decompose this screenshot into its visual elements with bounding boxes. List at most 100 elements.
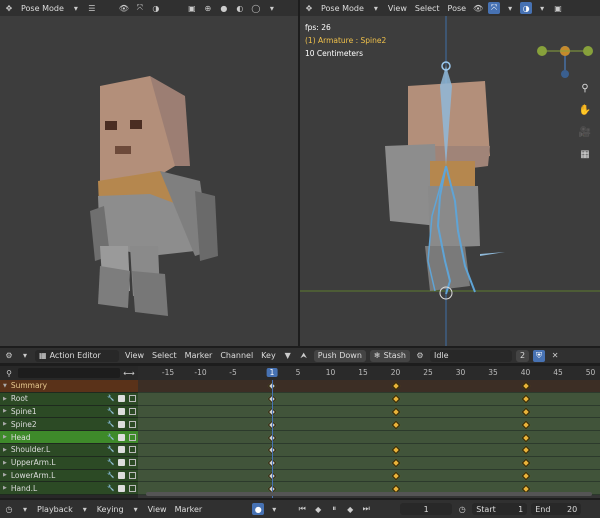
mute-checkbox[interactable] xyxy=(118,395,125,403)
lock-icon[interactable] xyxy=(129,471,136,479)
expand-arrow-icon[interactable]: ▼ xyxy=(3,383,7,389)
menu-icon[interactable]: ☰ xyxy=(86,2,98,14)
bone-channel[interactable]: ▶ UpperArm.L 🔧 xyxy=(0,456,138,470)
xray-toggle-icon[interactable]: ▣ xyxy=(552,2,564,14)
keyframe-area[interactable] xyxy=(138,380,600,498)
lock-icon[interactable] xyxy=(129,407,136,415)
zoom-icon[interactable]: ⚲ xyxy=(578,82,592,96)
bone-channel[interactable]: ▶ Head 🔧 xyxy=(0,431,138,444)
modifier-wrench-icon[interactable]: 🔧 xyxy=(107,459,114,466)
mute-checkbox[interactable] xyxy=(118,407,125,415)
expand-arrow-icon[interactable]: ▶ xyxy=(3,485,7,491)
lock-icon[interactable] xyxy=(129,484,136,492)
menu-playback[interactable]: Playback xyxy=(35,505,75,514)
start-frame-field[interactable]: Start 1 xyxy=(472,503,528,515)
lock-icon[interactable] xyxy=(129,420,136,428)
modifier-wrench-icon[interactable]: 🔧 xyxy=(107,485,114,492)
view-object-types-icon[interactable]: 👁 xyxy=(472,2,484,14)
action-users-count[interactable]: 2 xyxy=(515,349,530,362)
xray-toggle-icon[interactable]: ▣ xyxy=(186,2,198,14)
expand-arrow-icon[interactable]: ▶ xyxy=(3,421,7,427)
overlay-toggle-icon[interactable]: ◑ xyxy=(150,2,162,14)
ortho-toggle-icon[interactable]: ▦ xyxy=(578,148,592,162)
modifier-wrench-icon[interactable]: 🔧 xyxy=(107,395,114,402)
expand-arrow-icon[interactable]: ▶ xyxy=(3,408,7,414)
keyframe-row[interactable] xyxy=(138,405,600,419)
filter-dropdown-icon[interactable]: ▼ xyxy=(282,350,294,362)
menu-select[interactable]: Select xyxy=(150,351,179,360)
swap-icon[interactable]: ⟷ xyxy=(123,367,135,379)
expand-arrow-icon[interactable]: ▶ xyxy=(3,434,7,440)
menu-key[interactable]: Key xyxy=(259,351,278,360)
shading-options-icon[interactable]: ▾ xyxy=(266,2,278,14)
frame-ruler[interactable]: -15 -10 -5 1 5 10 15 20 25 30 35 40 45 50 xyxy=(138,366,600,380)
modifier-wrench-icon[interactable]: 🔧 xyxy=(107,421,114,428)
right-mode-select[interactable]: Pose Mode xyxy=(319,4,366,13)
bone-channel[interactable]: ▶ Spine2 🔧 xyxy=(0,418,138,432)
shading-wireframe-icon[interactable]: ⊕ xyxy=(202,2,214,14)
left-mode-select[interactable]: Pose Mode xyxy=(19,4,66,13)
keyframe-row[interactable] xyxy=(138,444,600,457)
push-down-button[interactable]: Push Down xyxy=(313,349,366,362)
object-interaction-icon[interactable]: ✥ xyxy=(303,2,315,14)
overlay-toggle-icon[interactable]: ◑ xyxy=(520,2,533,14)
menu-view[interactable]: View xyxy=(146,505,169,514)
modifier-wrench-icon[interactable]: 🔧 xyxy=(107,434,114,441)
expand-arrow-icon[interactable]: ▶ xyxy=(3,447,7,453)
bone-channel[interactable]: ▶ Root 🔧 xyxy=(0,392,138,406)
menu-marker[interactable]: Marker xyxy=(173,505,205,514)
record-icon[interactable]: ● xyxy=(252,503,265,515)
modifier-wrench-icon[interactable]: 🔧 xyxy=(107,446,114,453)
left-3d-viewport[interactable] xyxy=(0,16,298,346)
shading-rendered-icon[interactable]: ◯ xyxy=(250,2,262,14)
jump-start-icon[interactable]: ⏮ xyxy=(296,503,308,515)
lock-icon[interactable] xyxy=(129,395,136,403)
keyframe-row[interactable] xyxy=(138,431,600,444)
current-frame-indicator[interactable]: 1 xyxy=(266,368,278,377)
keyframe-row[interactable] xyxy=(138,392,600,406)
menu-select[interactable]: Select xyxy=(413,4,442,13)
modifier-wrench-icon[interactable]: 🔧 xyxy=(107,472,114,479)
preview-range-icon[interactable]: ◷ xyxy=(456,503,468,515)
bone-channel[interactable]: ▶ Spine1 🔧 xyxy=(0,405,138,419)
playhead-line[interactable] xyxy=(272,380,273,498)
keyframe-row[interactable] xyxy=(138,418,600,432)
menu-marker[interactable]: Marker xyxy=(183,351,215,360)
action-name-field[interactable]: Idle xyxy=(429,349,512,362)
mute-checkbox[interactable] xyxy=(118,420,125,428)
end-frame-field[interactable]: End 20 xyxy=(531,503,582,515)
menu-view[interactable]: View xyxy=(123,351,146,360)
menu-channel[interactable]: Channel xyxy=(218,351,255,360)
mute-checkbox[interactable] xyxy=(118,484,125,492)
right-3d-viewport[interactable]: fps: 26 (1) Armature : Spine2 10 Centime… xyxy=(300,16,600,346)
bone-channel[interactable]: ▶ LowerArm.L 🔧 xyxy=(0,469,138,483)
timeline-editor-icon[interactable]: ◷ xyxy=(3,503,15,515)
view-object-types-icon[interactable]: 👁 xyxy=(118,2,130,14)
modifier-wrench-icon[interactable]: 🔧 xyxy=(107,408,114,415)
gizmo-toggle-icon[interactable]: ⤧ xyxy=(134,2,146,14)
next-keyframe-icon[interactable]: ◆ xyxy=(344,503,356,515)
shading-material-icon[interactable]: ◐ xyxy=(234,2,246,14)
bone-channel[interactable]: ▶ Shoulder.L 🔧 xyxy=(0,443,138,457)
keyframe-row[interactable] xyxy=(138,469,600,483)
expand-arrow-icon[interactable]: ▶ xyxy=(3,396,7,402)
gizmo-toggle-icon[interactable]: ⤧ xyxy=(488,2,501,14)
lock-icon[interactable] xyxy=(129,433,136,441)
prev-keyframe-icon[interactable]: ◆ xyxy=(312,503,324,515)
expand-arrow-icon[interactable]: ▶ xyxy=(3,472,7,478)
expand-arrow-icon[interactable]: ▶ xyxy=(3,460,7,466)
gizmo-dropdown-icon[interactable]: ▾ xyxy=(504,2,516,14)
editor-type-icon[interactable]: ⚙ xyxy=(3,350,15,362)
action-browse-icon[interactable]: ⚙ xyxy=(414,350,426,362)
summary-channel[interactable]: ▼ Summary xyxy=(0,380,138,393)
lock-icon[interactable] xyxy=(129,459,136,467)
menu-view[interactable]: View xyxy=(386,4,409,13)
mode-select[interactable]: ▦ Action Editor xyxy=(35,349,119,362)
mute-checkbox[interactable] xyxy=(118,459,125,467)
mute-checkbox[interactable] xyxy=(118,471,125,479)
fake-user-shield-icon[interactable]: ⛨ xyxy=(533,349,546,362)
bone-channel[interactable]: ▶ Hand.L 🔧 xyxy=(0,482,138,496)
menu-keying[interactable]: Keying xyxy=(95,505,126,514)
shading-solid-icon[interactable]: ● xyxy=(218,2,230,14)
mute-checkbox[interactable] xyxy=(118,446,125,454)
